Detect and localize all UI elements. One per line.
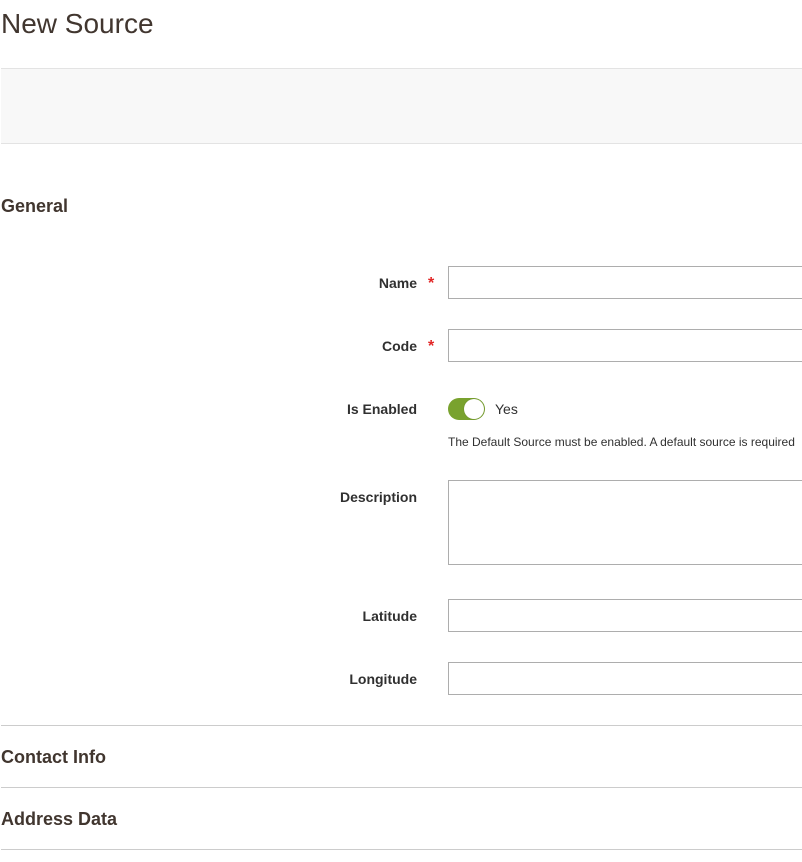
toggle-knob xyxy=(464,399,484,419)
longitude-label: Longitude xyxy=(349,671,417,687)
section-divider xyxy=(1,849,802,850)
name-required-star: * xyxy=(428,275,435,292)
description-textarea[interactable] xyxy=(448,480,802,565)
section-divider xyxy=(1,787,802,788)
section-divider xyxy=(1,725,802,726)
page-actions-bar xyxy=(1,68,802,144)
is-enabled-note: The Default Source must be enabled. A de… xyxy=(448,435,795,449)
latitude-input[interactable] xyxy=(448,599,802,632)
page-title: New Source xyxy=(1,8,154,39)
section-general-title[interactable]: General xyxy=(1,194,68,218)
is-enabled-label: Is Enabled xyxy=(346,401,417,417)
section-address-data-title[interactable]: Address Data xyxy=(1,807,117,831)
is-enabled-toggle[interactable] xyxy=(448,398,485,420)
name-input[interactable] xyxy=(448,266,802,299)
code-input[interactable] xyxy=(448,329,802,362)
code-required-star: * xyxy=(428,338,435,355)
code-label: Code xyxy=(382,338,417,354)
is-enabled-state: Yes xyxy=(495,401,518,417)
longitude-input[interactable] xyxy=(448,662,802,695)
description-label: Description xyxy=(339,489,417,505)
latitude-label: Latitude xyxy=(362,608,417,624)
section-contact-info-title[interactable]: Contact Info xyxy=(1,745,106,769)
name-label: Name xyxy=(378,275,417,291)
